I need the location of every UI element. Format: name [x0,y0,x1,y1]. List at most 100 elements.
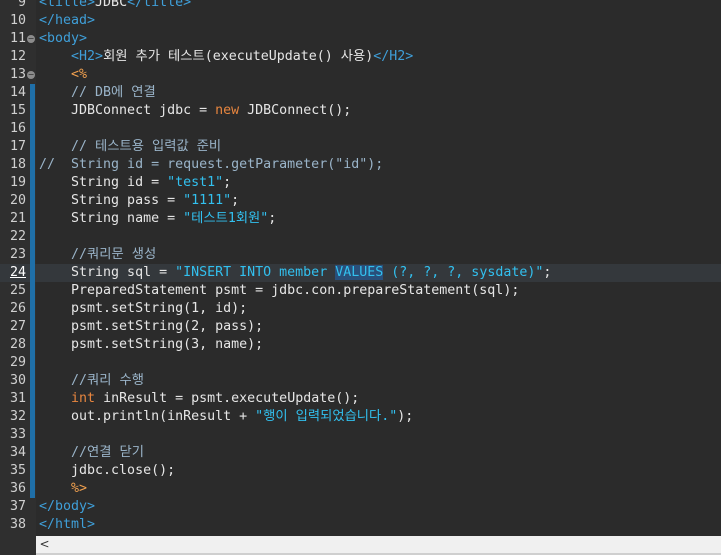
code-token: PreparedStatement psmt = jdbc.con.prepar… [39,283,520,298]
code-token: <H2> [71,49,104,64]
code-line[interactable]: 15 JDBConnect jdbc = new JDBConnect(); [0,102,721,120]
line-number: 37 [9,499,26,514]
line-number: 11 [9,31,26,46]
code-text: //연결 닫기 [39,444,144,462]
line-number: 15 [9,103,26,118]
code-token: "1111" [183,193,232,208]
code-line[interactable]: 34 //연결 닫기 [0,444,721,462]
line-number: 9 [17,0,26,10]
code-text: jdbc.close(); [39,462,175,480]
line-number: 21 [9,211,26,226]
code-token: "행이 입력되었습니다." [255,409,398,424]
code-editor[interactable]: 9 <title>JDBC</title> 10 </head> 11− <body> 12… [0,0,721,555]
line-number: 14 [9,85,26,100]
code-text: String sql = "INSERT INTO member VALUES … [39,264,551,282]
change-marker [30,354,35,372]
change-marker [30,318,35,336]
code-token: //연결 닫기 [39,445,144,460]
line-number: 18 [9,157,26,172]
code-line[interactable]: 26 psmt.setString(1, id); [0,300,721,318]
code-line[interactable]: 12 <H2>회원 추가 테스트(executeUpdate() 사용)</H2… [0,48,721,66]
code-line[interactable]: 17 // 테스트용 입력값 준비 [0,138,721,156]
fold-toggle-icon[interactable]: − [27,35,35,43]
code-line[interactable]: 25 PreparedStatement psmt = jdbc.con.pre… [0,282,721,300]
code-line[interactable]: 19 String id = "test1"; [0,174,721,192]
code-text: </body> [39,498,95,516]
code-token: // DB에 연결 [39,85,156,100]
change-marker [30,102,35,120]
code-line[interactable]: 9 <title>JDBC</title> [0,0,721,12]
code-line[interactable]: 14 // DB에 연결 [0,84,721,102]
code-line[interactable]: 11− <body> [0,30,721,48]
code-token: "test1" [167,175,224,190]
line-number: 25 [9,283,26,298]
code-token: </title> [127,0,192,10]
change-marker [30,426,35,444]
line-number: 30 [9,373,26,388]
code-text: <H2>회원 추가 테스트(executeUpdate() 사용)</H2> [39,48,413,66]
code-line[interactable]: 21 String name = "테스트1회원"; [0,210,721,228]
code-line[interactable]: 30 //쿼리 수행 [0,372,721,390]
code-token: new [215,103,240,118]
change-marker [30,264,35,282]
code-line[interactable]: 23 //쿼리문 생성 [0,246,721,264]
code-text: out.println(inResult + "행이 입력되었습니다."); [39,408,413,426]
line-number: 31 [9,391,26,406]
code-lines: 9 <title>JDBC</title> 10 </head> 11− <body> 12… [0,0,721,534]
code-token: // 테스트용 입력값 준비 [39,139,222,154]
code-line[interactable]: 33 [0,426,721,444]
code-line[interactable]: 24 String sql = "INSERT INTO member VALU… [0,264,721,282]
change-marker [30,84,35,102]
code-token: %> [71,481,88,496]
code-token: </head> [39,13,96,28]
code-line[interactable]: 16 [0,120,721,138]
code-text: // 테스트용 입력값 준비 [39,138,221,156]
code-line[interactable]: 27 psmt.setString(2, pass); [0,318,721,336]
code-text: //쿼리문 생성 [39,246,156,264]
scroll-left-arrow-icon[interactable]: < [36,536,53,553]
code-line[interactable]: 38 </html> [0,516,721,534]
code-token: JDBC [95,0,128,10]
line-number: 10 [9,13,26,28]
code-line[interactable]: 18 // String id = request.getParameter("i… [0,156,721,174]
code-line[interactable]: 36 %> [0,480,721,498]
code-token: psmt.setString(2, pass); [39,319,264,334]
line-number: 22 [9,229,26,244]
code-token: VALUES [335,265,384,280]
code-line[interactable]: 22 [0,228,721,246]
line-number: 16 [9,121,26,136]
horizontal-scrollbar[interactable]: < [36,536,721,553]
code-line[interactable]: 20 String pass = "1111"; [0,192,721,210]
code-text: // DB에 연결 [39,84,156,102]
code-token: <% [71,67,88,82]
change-marker [30,120,35,138]
code-text: psmt.setString(3, name); [39,336,263,354]
code-text: <title>JDBC</title> [39,0,191,12]
line-number: 38 [9,517,26,532]
change-marker [30,300,35,318]
code-token: // String id = request.getParameter("id"… [39,157,384,172]
fold-toggle-icon[interactable]: − [27,71,35,79]
line-number: 27 [9,319,26,334]
change-marker [30,408,35,426]
code-line[interactable]: 13− <% [0,66,721,84]
code-line[interactable]: 35 jdbc.close(); [0,462,721,480]
code-line[interactable]: 28 psmt.setString(3, name); [0,336,721,354]
code-line[interactable]: 10 </head> [0,12,721,30]
code-token: //쿼리 수행 [39,373,144,388]
line-number: 19 [9,175,26,190]
change-marker [30,390,35,408]
change-marker [30,336,35,354]
code-text: int inResult = psmt.executeUpdate(); [39,390,359,408]
line-number: 23 [9,247,26,262]
code-text: %> [39,480,87,498]
code-line[interactable]: 29 [0,354,721,372]
code-text: String pass = "1111"; [39,192,239,210]
code-token: ; [223,175,232,190]
line-number: 12 [9,49,26,64]
code-token: ; [231,193,240,208]
code-line[interactable]: 32 out.println(inResult + "행이 입력되었습니다.")… [0,408,721,426]
code-line[interactable]: 37 </body> [0,498,721,516]
code-line[interactable]: 31 int inResult = psmt.executeUpdate(); [0,390,721,408]
